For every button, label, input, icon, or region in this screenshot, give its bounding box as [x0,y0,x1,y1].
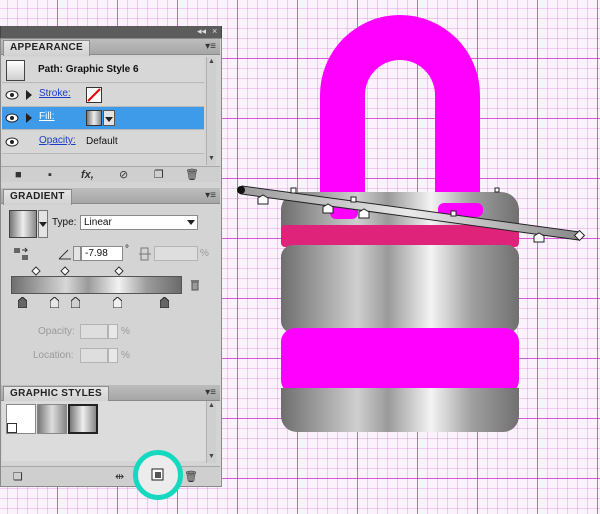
aspect-ratio-input[interactable] [154,246,198,261]
graphic-style-gradient[interactable] [37,404,67,434]
trash-icon[interactable]: 🗑 [185,168,199,182]
angle-icon [58,249,71,260]
percent-symbol: % [121,326,130,337]
appearance-stroke-row[interactable]: Stroke: [2,84,204,107]
new-fill-icon[interactable]: ▪ [48,168,52,182]
location-field-label: Location: [33,350,74,361]
percent-symbol: % [200,248,209,259]
gradient-tab[interactable]: GRADIENT [3,189,72,205]
appearance-opacity-row[interactable]: Opacity: Default [2,131,204,154]
chevron-down-icon [105,117,113,122]
graphic-styles-toolbar: ❏ ⇹ 🗑 [1,466,220,486]
gradient-type-select[interactable]: Linear [80,215,198,230]
gradient-stop[interactable] [18,297,27,308]
gradient-stop[interactable] [50,297,59,308]
appearance-panel-header[interactable]: APPEARANCE ▾≡ [1,39,220,56]
midpoint-markers[interactable] [30,266,130,276]
square-icon[interactable]: ■ [15,168,22,182]
degree-symbol: ° [125,244,129,255]
new-graphic-style-button[interactable] [151,468,165,482]
eye-icon[interactable] [5,112,19,124]
gradient-slider[interactable] [11,276,182,294]
appearance-toolbar: ■ ▪ fx, ⊘ ❐ 🗑 [1,166,220,182]
padlock-magenta-band [281,328,519,394]
gradient-panel-header[interactable]: GRADIENT ▾≡ [1,188,220,205]
appearance-object-row[interactable]: Path: Graphic Style 6 [2,57,204,83]
fill-gradient-swatch[interactable] [86,110,102,126]
scroll-down-icon[interactable]: ▼ [208,453,215,461]
scroll-up-icon[interactable]: ▲ [208,402,215,410]
appearance-title: Path: Graphic Style 6 [38,64,139,75]
padlock-body-middle [281,245,519,333]
duplicate-icon[interactable]: ❐ [154,168,164,182]
object-thumbnail [6,60,25,81]
fx-icon[interactable]: fx, [81,168,94,182]
chevron-down-icon [187,220,195,225]
expand-triangle-icon[interactable] [26,113,32,123]
trash-icon[interactable] [190,279,200,291]
opacity-label[interactable]: Opacity: [39,135,76,146]
padlock-shackle [320,15,480,205]
angle-input[interactable]: -7.98 [81,246,123,261]
panel-menu-icon[interactable]: ▾≡ [205,189,216,203]
scroll-down-icon[interactable]: ▼ [208,155,215,163]
trash-icon[interactable]: 🗑 [184,470,198,484]
collapse-panels-icon[interactable]: ◂◂ [197,25,206,37]
location-dropdown[interactable] [108,348,118,363]
panel-menu-icon[interactable]: ▾≡ [205,40,216,54]
opacity-dropdown[interactable] [108,324,118,339]
panel-menu-icon[interactable]: ▾≡ [205,386,216,400]
graphic-style-default[interactable] [6,404,36,434]
appearance-fill-row[interactable]: Fill: [2,107,204,130]
graphic-styles-panel-header[interactable]: GRAPHIC STYLES ▾≡ [1,385,220,402]
close-panel-icon[interactable]: × [212,25,217,37]
scroll-up-icon[interactable]: ▲ [208,58,215,66]
graphic-style-6-selected[interactable] [68,404,98,434]
stroke-none-swatch[interactable] [86,87,102,103]
stop-location-input[interactable] [80,348,108,363]
appearance-scrollbar[interactable]: ▲ ▼ [206,57,216,165]
aspect-ratio-icon [139,247,151,261]
reverse-gradient-icon[interactable] [13,247,29,261]
padlock-pink-band [281,225,519,247]
new-style-icon [151,468,164,481]
appearance-tab[interactable]: APPEARANCE [3,40,91,56]
break-link-icon[interactable]: ⇹ [115,470,124,484]
eye-icon[interactable] [5,89,19,101]
gradient-type-value: Linear [84,217,112,228]
opacity-field-label: Opacity: [38,326,75,337]
stop-opacity-input[interactable] [80,324,108,339]
chevron-down-icon [39,222,47,227]
clear-icon[interactable]: ⊘ [119,168,128,182]
gradient-stop[interactable] [113,297,122,308]
opacity-value: Default [86,136,118,147]
stroke-label[interactable]: Stroke: [39,88,71,99]
eye-icon[interactable] [5,136,19,148]
gradient-preview-swatch[interactable] [9,210,37,238]
fill-label[interactable]: Fill: [39,111,55,122]
percent-symbol: % [121,350,130,361]
angle-stepper[interactable] [73,246,81,261]
style-libraries-icon[interactable]: ❏ [13,470,23,484]
gradient-stop[interactable] [71,297,80,308]
graphic-styles-scrollbar[interactable]: ▲ ▼ [206,401,216,463]
fill-dropdown[interactable] [103,110,115,126]
type-label: Type: [52,217,77,228]
gradient-stop[interactable] [160,297,169,308]
gradient-preset-dropdown[interactable] [38,210,48,238]
panel-dock-bar[interactable]: ◂◂ × [0,26,222,38]
expand-triangle-icon[interactable] [26,90,32,100]
graphic-styles-tab[interactable]: GRAPHIC STYLES [3,386,109,402]
